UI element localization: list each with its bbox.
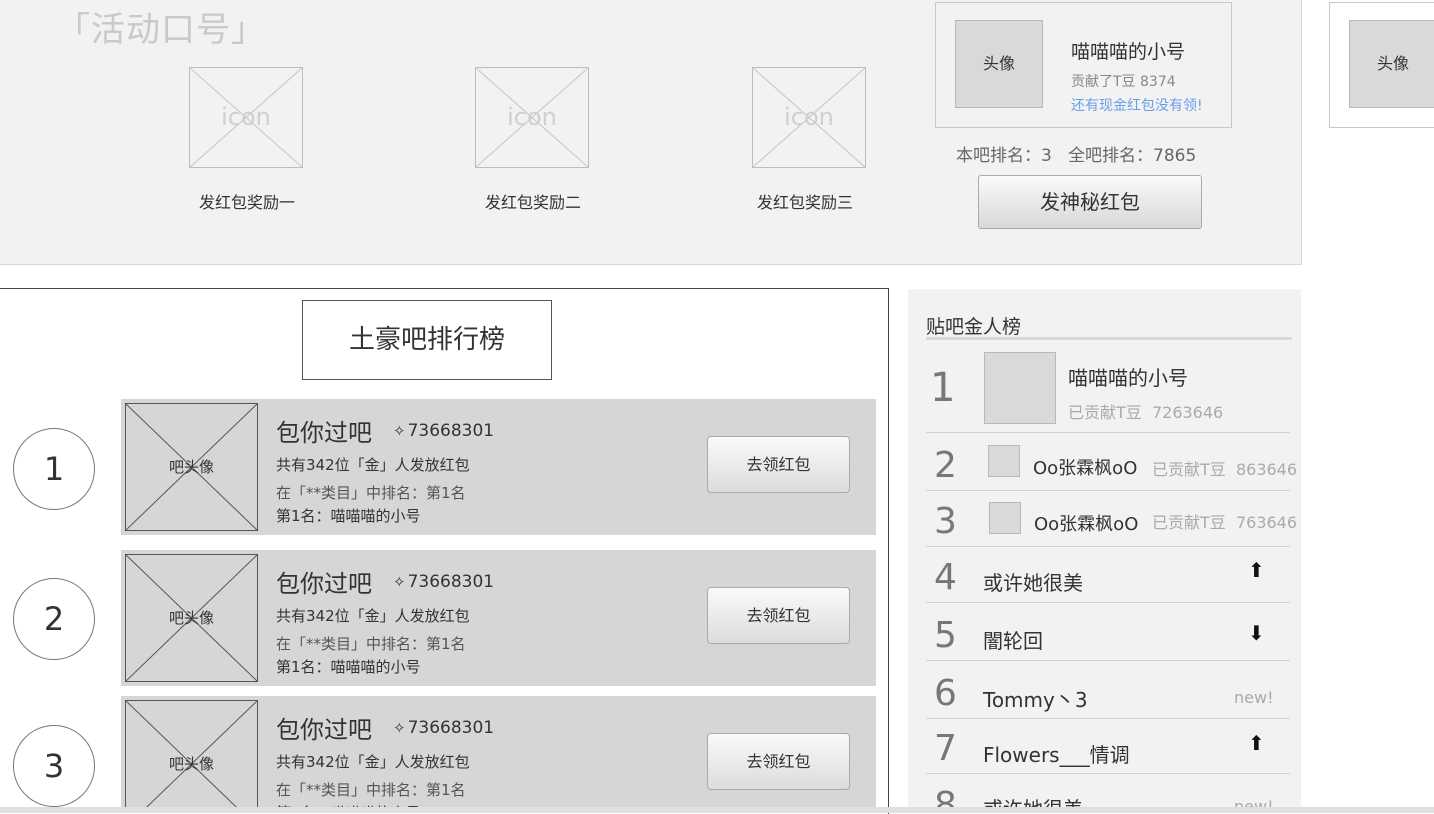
- tieba-name[interactable]: 包你过吧: [276, 710, 372, 745]
- tieba-id: ✧ 73668301: [393, 718, 494, 738]
- horizontal-scrollbar[interactable]: [0, 807, 1434, 813]
- tieba-id-value: 73668301: [407, 572, 495, 592]
- reward-icon-label: icon: [784, 103, 834, 131]
- top-sender: 第1名：喵喵喵的小号: [276, 507, 421, 525]
- leaf-icon: ✧: [393, 573, 406, 591]
- leaf-icon: ✧: [393, 422, 406, 440]
- tieba-id: ✧ 73668301: [393, 421, 494, 441]
- claim-red-packet-button[interactable]: 去领红包: [707, 436, 850, 493]
- gold-user-name[interactable]: Oo张霖枫oO: [1034, 510, 1138, 536]
- sender-count: 共有342位「金」人发放红包: [276, 753, 470, 771]
- tieba-avatar-label: 吧头像: [168, 458, 214, 476]
- gold-rank-number: 5: [934, 615, 957, 656]
- divider: [926, 660, 1290, 661]
- user-name[interactable]: 喵喵喵的小号: [1071, 37, 1185, 64]
- avatar[interactable]: [988, 445, 1020, 477]
- contrib-label: 已贡献T豆: [1152, 460, 1226, 479]
- claim-red-packet-button[interactable]: 去领红包: [707, 587, 850, 644]
- gold-user-name[interactable]: 喵喵喵的小号: [1068, 362, 1188, 391]
- tieba-avatar[interactable]: 吧头像: [125, 700, 258, 813]
- rank-down-arrow-icon: ⬇: [1248, 621, 1265, 645]
- rank-number: 3: [13, 725, 95, 807]
- gold-rank-number: 2: [934, 445, 957, 486]
- gold-user-name[interactable]: Oo张霖枫oO: [1033, 454, 1137, 480]
- tieba-avatar[interactable]: 吧头像: [125, 554, 258, 682]
- divider: [926, 432, 1290, 433]
- claim-red-packet-button[interactable]: 去领红包: [707, 733, 850, 790]
- divider: [926, 602, 1290, 603]
- gold-rank-number: 4: [934, 557, 957, 598]
- unclaimed-cash-link[interactable]: 还有现金红包没有领!: [1071, 95, 1203, 115]
- new-badge: new!: [1234, 688, 1274, 707]
- tieba-id: ✧ 73668301: [393, 572, 494, 592]
- reward-three-icon[interactable]: icon: [752, 67, 866, 168]
- sender-count: 共有342位「金」人发放红包: [276, 456, 470, 474]
- top-sender: 第1名：喵喵喵的小号: [276, 658, 421, 676]
- avatar[interactable]: 头像: [1349, 20, 1434, 108]
- gold-user-name[interactable]: Tommy丶3: [983, 684, 1088, 713]
- gold-list-title: 贴吧金人榜: [926, 316, 1022, 338]
- gold-contribution: 已贡献T豆 763646: [1152, 509, 1297, 533]
- avatar[interactable]: [984, 352, 1056, 424]
- activity-slogan: 「活动口号」: [56, 10, 266, 50]
- gold-user-name[interactable]: 或许她很美: [983, 567, 1083, 596]
- reward-icon-label: icon: [221, 103, 271, 131]
- divider: [926, 773, 1290, 774]
- divider: [926, 718, 1290, 719]
- reward-one-label: 发红包奖励一: [198, 193, 295, 212]
- gold-rank-number: 8: [934, 785, 957, 807]
- category-rank: 在「**类目」中排名：第1名: [276, 781, 466, 799]
- reward-three-label: 发红包奖励三: [756, 193, 853, 212]
- new-badge: new!: [1234, 797, 1274, 807]
- ranking-row: 吧头像 包你过吧 ✧ 73668301 共有342位「金」人发放红包 在「**类目…: [121, 550, 876, 686]
- avatar[interactable]: 头像: [955, 20, 1043, 108]
- avatar[interactable]: [989, 502, 1021, 534]
- tieba-avatar[interactable]: 吧头像: [125, 403, 258, 531]
- gold-list-row: 8 或许她很美 new!: [926, 775, 1292, 807]
- tieba-id-value: 73668301: [407, 718, 495, 738]
- rank-up-arrow-icon: ⬆: [1248, 558, 1265, 582]
- gold-user-name[interactable]: Flowers___情调: [983, 739, 1130, 768]
- gold-contribution: 已贡献T豆 7263646: [1068, 399, 1223, 423]
- tieba-id-value: 73668301: [407, 421, 495, 441]
- secondary-user-card: 头像: [1329, 2, 1434, 128]
- ranking-row: 吧头像 包你过吧 ✧ 73668301 共有342位「金」人发放红包 在「**类目…: [121, 696, 876, 813]
- gold-rank-number: 6: [934, 673, 957, 714]
- contrib-label: 已贡献T豆: [1152, 513, 1226, 532]
- reward-one-icon[interactable]: icon: [189, 67, 303, 168]
- gold-rank-number: 7: [934, 728, 957, 769]
- user-contribution: 贡献了T豆 8374: [1071, 74, 1176, 90]
- ranking-row: 吧头像 包你过吧 ✧ 73668301 共有342位「金」人发放红包 在「**类目…: [121, 399, 876, 535]
- reward-two-icon[interactable]: icon: [475, 67, 589, 168]
- contrib-value: 7263646: [1151, 403, 1224, 422]
- contrib-label: 已贡献T豆: [1068, 403, 1142, 422]
- gold-user-name[interactable]: 或许她很美: [983, 793, 1083, 807]
- tieba-avatar-label: 吧头像: [168, 609, 214, 627]
- rank-number: 2: [13, 578, 95, 660]
- ranking-title: 土豪吧排行榜: [302, 300, 552, 380]
- rank-number: 1: [13, 428, 95, 510]
- contrib-value: 863646: [1235, 460, 1298, 479]
- sender-count: 共有342位「金」人发放红包: [276, 607, 470, 625]
- rank-up-arrow-icon: ⬆: [1248, 731, 1265, 755]
- tieba-name[interactable]: 包你过吧: [276, 564, 372, 599]
- divider: [926, 337, 1292, 340]
- leaf-icon: ✧: [393, 719, 406, 737]
- contrib-value: 763646: [1235, 513, 1298, 532]
- user-card: 头像 喵喵喵的小号 贡献了T豆 8374 还有现金红包没有领!: [935, 2, 1232, 128]
- reward-icon-label: icon: [507, 103, 557, 131]
- tieba-name[interactable]: 包你过吧: [276, 413, 372, 448]
- gold-user-name[interactable]: 闇轮回: [983, 625, 1043, 654]
- send-mystery-red-packet-button[interactable]: 发神秘红包: [978, 175, 1202, 229]
- tieba-avatar-label: 吧头像: [168, 755, 214, 773]
- gold-contribution: 已贡献T豆 863646: [1152, 456, 1297, 480]
- divider: [926, 546, 1290, 547]
- gold-rank-number: 3: [934, 501, 957, 542]
- reward-two-label: 发红包奖励二: [484, 193, 581, 212]
- divider: [926, 490, 1290, 491]
- category-rank: 在「**类目」中排名：第1名: [276, 635, 466, 653]
- category-rank: 在「**类目」中排名：第1名: [276, 484, 466, 502]
- gold-rank-number: 1: [930, 365, 956, 411]
- user-rank-line: 本吧排名：3 全吧排名：7865: [956, 146, 1197, 166]
